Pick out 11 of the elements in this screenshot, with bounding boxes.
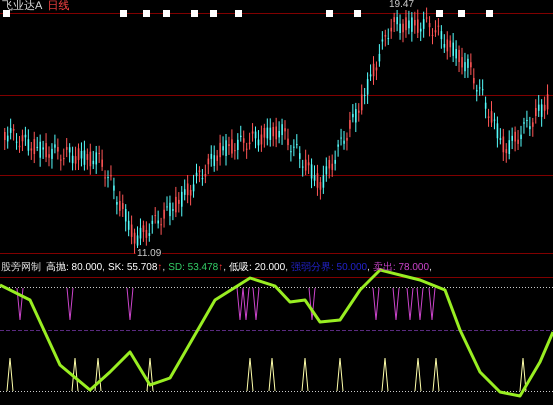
indicator-value: 低吸: 20.000, [229,261,288,275]
price-label: 19.47 [388,0,416,10]
indicator-value: SD: 53.478↑, [168,261,226,275]
indicator-name: 股旁网制 [1,261,41,275]
indicator-value: 强弱分界: 50.000, [290,261,370,275]
indicator-value: 卖出: 78.000, [372,261,432,275]
period-label: 日线 [47,0,70,12]
indicator-value: SK: 55.708↑, [108,261,166,275]
price-label: 11.09 [136,248,162,259]
indicator-value: 高抛: 80.000, [46,261,105,275]
stock-name: 飞业达A [2,0,42,12]
